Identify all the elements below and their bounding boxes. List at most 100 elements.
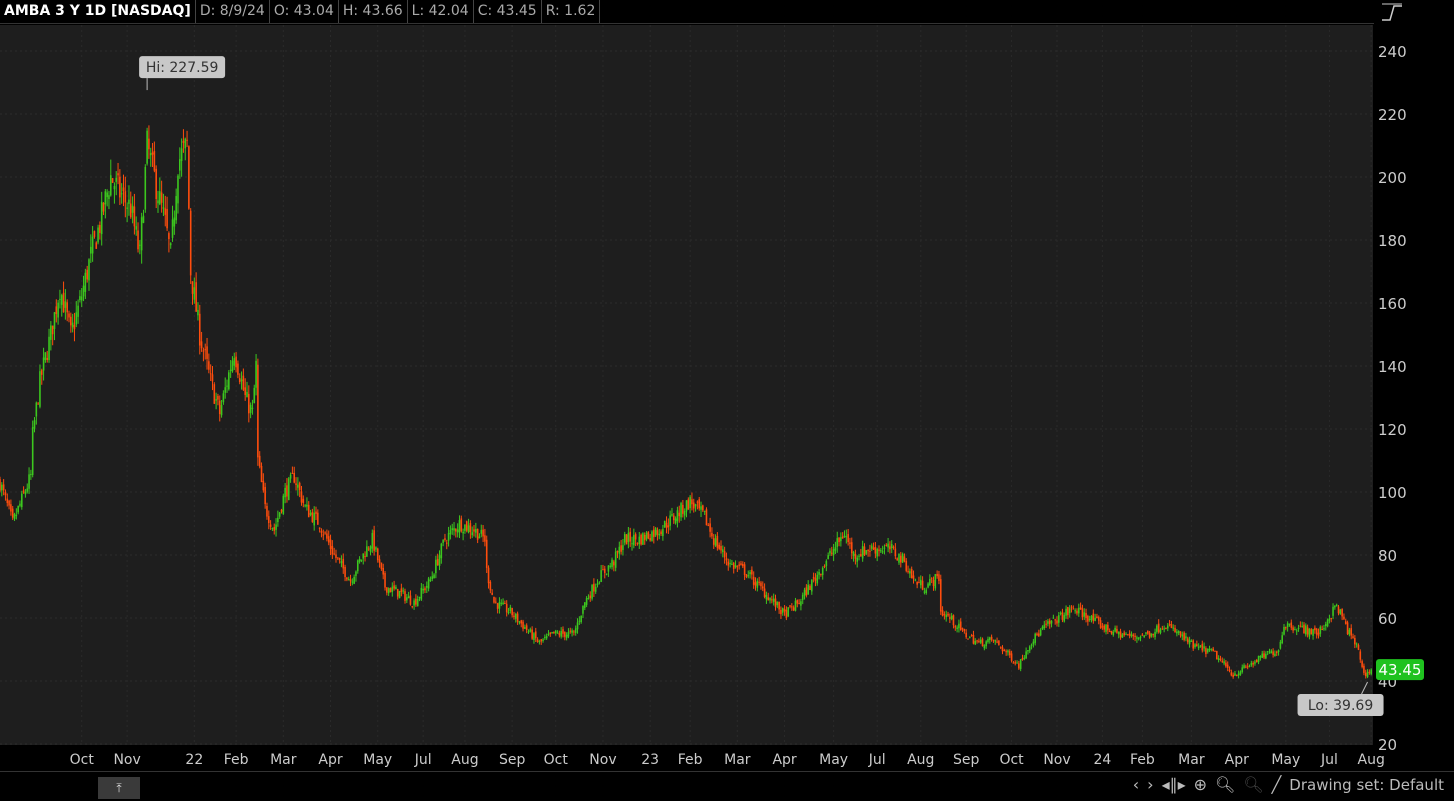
candle-body [1018, 663, 1020, 669]
candle-body [1183, 632, 1185, 640]
candle-body [889, 546, 891, 550]
candle-body [293, 472, 296, 483]
candle-body [1314, 627, 1316, 631]
candle-body [235, 356, 237, 368]
candle-body [148, 138, 150, 150]
candle-body [1337, 606, 1340, 614]
candle-body [211, 374, 214, 382]
candle-body [807, 584, 809, 595]
candle-body [1121, 634, 1124, 638]
candle-body [1096, 616, 1098, 619]
candle-body [958, 623, 960, 629]
candle-body [19, 503, 21, 506]
zoom-out-icon[interactable]: 🔍︎ [1243, 775, 1263, 794]
candle-body [48, 336, 50, 361]
candle-body [919, 579, 922, 586]
candle-body [13, 513, 16, 519]
candle-body [1165, 627, 1167, 629]
candle-body [1161, 628, 1164, 630]
x-tick-label: Aug [907, 752, 934, 768]
candle-body [772, 598, 775, 602]
candle-body [589, 595, 592, 599]
candle-body [460, 518, 463, 532]
bottom-toolbar: ⤒ ‹ › ◂∥▸ ⊕ 🔍︎ 🔍︎ ╱ Drawing set: Default [0, 771, 1454, 801]
crosshair-icon[interactable]: ⊕ [1194, 775, 1207, 794]
candle-body [1290, 622, 1293, 628]
candle-body [1301, 625, 1303, 627]
scroll-right-icon[interactable]: › [1147, 775, 1153, 794]
candle-body [514, 613, 517, 619]
candle-body [1119, 631, 1122, 638]
candle-body [444, 538, 446, 540]
candle-body [62, 292, 65, 313]
candle-body [153, 150, 156, 171]
scroll-left-icon[interactable]: ‹ [1133, 775, 1139, 794]
candle-body [1297, 627, 1300, 630]
candle-body [1221, 660, 1224, 662]
candle-body [587, 598, 590, 600]
candle-body [1203, 646, 1205, 649]
candle-body [1146, 630, 1149, 634]
candle-body [51, 325, 54, 335]
candle-body [120, 193, 123, 195]
drawing-set-label[interactable]: Drawing set: Default [1289, 776, 1444, 794]
candle-body [1283, 626, 1285, 635]
x-tick-label: 24 [1093, 752, 1111, 768]
candle-body [233, 358, 236, 366]
candle-body [560, 631, 562, 637]
candle-body [71, 322, 74, 328]
candle-body [832, 549, 835, 556]
candle-body [970, 635, 973, 637]
candle-body [761, 586, 764, 589]
candle-body [404, 591, 406, 601]
candle-body [204, 349, 207, 351]
price-chart[interactable]: 20406080100120140160180200220240Oct Nov 22… [0, 0, 1454, 771]
candle-body [255, 360, 257, 388]
candle-body [149, 153, 152, 156]
candle-body [473, 529, 475, 532]
candle-body [1107, 624, 1109, 631]
candle-body [337, 557, 339, 559]
candle-body [1255, 659, 1258, 663]
candle-body [298, 482, 301, 491]
candle-body [872, 547, 875, 550]
candle-body [484, 535, 486, 542]
candle-body [1152, 633, 1155, 636]
candle-body [834, 547, 837, 551]
candle-body [653, 529, 655, 538]
candle-body [1270, 650, 1273, 654]
drawing-line-icon[interactable]: ╱ [1272, 775, 1282, 794]
candle-body [197, 309, 199, 316]
candle-body [117, 173, 119, 176]
candle-body [1315, 628, 1318, 635]
zoom-in-icon[interactable]: 🔍︎ [1215, 775, 1235, 794]
candle-body [987, 638, 989, 642]
candle-body [553, 631, 555, 634]
candle-body [1359, 651, 1362, 660]
symbol-label[interactable]: AMBA 3 Y 1D [NASDAQ] [0, 0, 196, 23]
candle-body [1335, 604, 1338, 607]
candle-body [812, 576, 815, 579]
candle-body [1226, 664, 1229, 668]
candle-body [811, 579, 813, 592]
y-tick-label: 180 [1378, 232, 1407, 250]
chart-settings-icon[interactable] [1380, 2, 1404, 22]
candle-body [438, 555, 441, 566]
candle-body [1324, 624, 1327, 627]
candle-body [609, 565, 612, 567]
candle-body [1219, 658, 1222, 660]
candle-body [1130, 634, 1133, 637]
y-tick-label: 200 [1378, 169, 1407, 187]
y-tick-label: 240 [1378, 43, 1407, 61]
candle-body [674, 518, 677, 524]
candle-body [322, 534, 325, 536]
candle-body [400, 588, 403, 592]
candle-body [542, 639, 544, 641]
candle-body [1212, 648, 1214, 652]
candle-body [1025, 651, 1027, 659]
candle-body [765, 594, 768, 600]
x-tick-label: Jul [414, 752, 432, 768]
candle-body [4, 492, 7, 496]
expand-icon[interactable]: ◂∥▸ [1162, 775, 1186, 794]
scroll-to-start-button[interactable]: ⤒ [98, 777, 140, 799]
